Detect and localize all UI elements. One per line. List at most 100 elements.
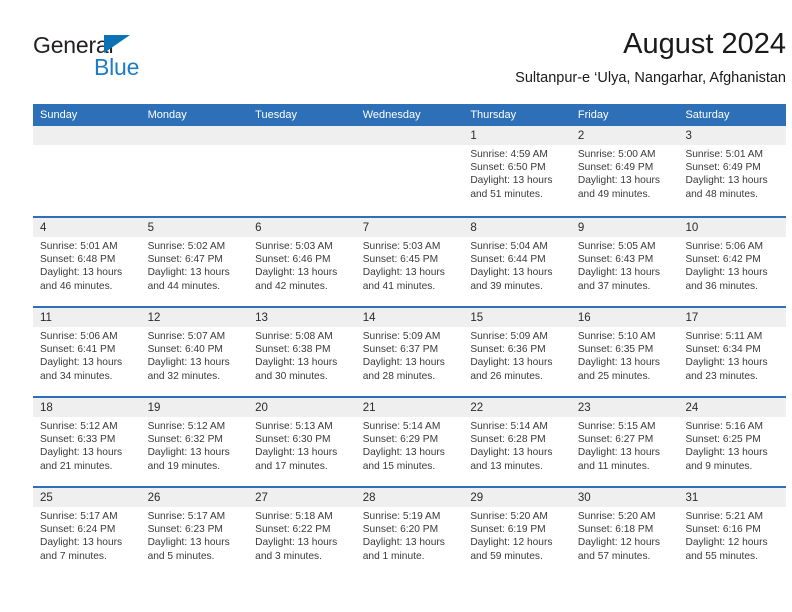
calendar-day-cell[interactable]: 2 Sunrise: 5:00 AM Sunset: 6:49 PM Daylight… [570,126,679,216]
calendar-day-cell[interactable]: 11 Sunrise: 5:06 AM Sunset: 6:41 PM Dayligh… [33,308,141,396]
daylight-text-line2: and 41 minutes. [362,280,436,292]
calendar-day-empty [355,126,464,216]
day-details: Sunrise: 5:16 AM Sunset: 6:25 PM Daylight:… [678,417,786,473]
day-number: 23 [577,402,591,414]
title-block: August 2024 Sultanpur-e ‘Ulya, Nangarhar… [515,26,786,88]
day-details: Sunrise: 5:20 AM Sunset: 6:18 PM Daylight:… [571,507,679,563]
calendar-day-cell[interactable]: 12 Sunrise: 5:07 AM Sunset: 6:40 PM Dayligh… [140,308,249,396]
calendar-day-cell[interactable]: 8 Sunrise: 5:04 AM Sunset: 6:44 PM Daylight… [463,218,571,306]
day-number-band: 6 [248,218,356,237]
daylight-text-line2: and 44 minutes. [147,280,221,292]
sunrise-text: Sunrise: 5:01 AM [685,149,764,160]
calendar-day-cell[interactable]: 15 Sunrise: 5:09 AM Sunset: 6:36 PM Dayligh… [463,308,571,396]
daylight-text-line1: Daylight: 13 hours [685,357,768,369]
daylight-text-line1: Daylight: 13 hours [577,175,661,187]
sunrise-text: Sunrise: 5:20 AM [577,511,656,522]
daylight-text-line2: and 55 minutes. [685,550,758,562]
day-number-band: 16 [570,308,679,327]
sunset-text: Sunset: 6:18 PM [577,524,654,536]
calendar-day-cell[interactable]: 18 Sunrise: 5:12 AM Sunset: 6:33 PM Dayligh… [33,398,141,486]
calendar-day-cell[interactable]: 20 Sunrise: 5:13 AM Sunset: 6:30 PM Dayligh… [248,398,356,486]
weekday-header-row: Sunday Monday Tuesday Wednesday Thursday Frid… [33,104,786,126]
general-blue-logo[interactable]: General Blue [33,32,213,88]
calendar-day-cell[interactable]: 31 Sunrise: 5:21 AM Sunset: 6:16 PM Dayligh… [678,488,787,576]
calendar-day-cell[interactable]: 19 Sunrise: 5:12 AM Sunset: 6:32 PM Dayligh… [140,398,249,486]
sunrise-text: Sunrise: 5:16 AM [685,421,764,432]
calendar-day-cell[interactable]: 22 Sunrise: 5:14 AM Sunset: 6:28 PM Dayligh… [463,398,571,486]
calendar-day-cell[interactable]: 27 Sunrise: 5:18 AM Sunset: 6:22 PM Dayligh… [248,488,356,576]
calendar-day-cell[interactable]: 1 Sunrise: 4:59 AM Sunset: 6:50 PM Daylight… [463,126,571,216]
day-details: Sunrise: 5:09 AM Sunset: 6:36 PM Daylight:… [463,327,571,383]
calendar-day-cell[interactable]: 13 Sunrise: 5:08 AM Sunset: 6:38 PM Dayligh… [248,308,356,396]
calendar-day-cell[interactable]: 14 Sunrise: 5:09 AM Sunset: 6:37 PM Dayligh… [355,308,464,396]
daylight-text-line2: and 11 minutes. [577,460,650,472]
sunset-text: Sunset: 6:19 PM [470,524,546,536]
day-number: 16 [577,312,591,324]
calendar-day-empty [140,126,249,216]
day-details: Sunrise: 5:03 AM Sunset: 6:46 PM Daylight:… [248,237,356,293]
calendar-day-cell[interactable]: 10 Sunrise: 5:06 AM Sunset: 6:42 PM Dayligh… [678,218,787,306]
calendar-day-cell[interactable]: 28 Sunrise: 5:19 AM Sunset: 6:20 PM Dayligh… [355,488,464,576]
day-number-band: 24 [678,398,787,417]
calendar-day-cell[interactable]: 16 Sunrise: 5:10 AM Sunset: 6:35 PM Dayligh… [570,308,679,396]
day-number: 10 [685,222,699,234]
daylight-text-line1: Daylight: 13 hours [362,357,445,369]
sunset-text: Sunset: 6:38 PM [255,344,331,356]
day-details: Sunrise: 5:08 AM Sunset: 6:38 PM Daylight:… [248,327,356,383]
day-number-band: 8 [463,218,571,237]
day-details: Sunrise: 5:05 AM Sunset: 6:43 PM Daylight:… [571,237,679,293]
day-number-band: 9 [570,218,679,237]
sunset-text: Sunset: 6:43 PM [577,254,654,266]
calendar-day-cell[interactable]: 25 Sunrise: 5:17 AM Sunset: 6:24 PM Dayligh… [33,488,141,576]
calendar-day-cell[interactable]: 7 Sunrise: 5:03 AM Sunset: 6:45 PM Daylight… [355,218,464,306]
day-details: Sunrise: 5:18 AM Sunset: 6:22 PM Daylight:… [248,507,356,563]
daylight-text-line1: Daylight: 13 hours [40,537,123,549]
day-details: Sunrise: 5:03 AM Sunset: 6:45 PM Daylight:… [356,237,464,293]
sunset-text: Sunset: 6:33 PM [40,434,116,446]
day-number: 5 [147,222,154,234]
daylight-text-line1: Daylight: 13 hours [255,447,338,459]
day-number: 13 [255,312,268,324]
sunrise-text: Sunrise: 5:17 AM [40,511,118,522]
day-details: Sunrise: 5:06 AM Sunset: 6:41 PM Daylight:… [33,327,141,383]
calendar-day-cell[interactable]: 24 Sunrise: 5:16 AM Sunset: 6:25 PM Dayligh… [678,398,787,486]
weekday-header-tuesday: Tuesday [255,109,297,121]
sunrise-text: Sunrise: 5:04 AM [470,241,548,252]
sunset-text: Sunset: 6:37 PM [362,344,439,356]
calendar-day-cell[interactable]: 30 Sunrise: 5:20 AM Sunset: 6:18 PM Dayligh… [570,488,679,576]
calendar-grid: Sunday Monday Tuesday Wednesday Thursday Frid… [33,104,787,576]
day-number-band: 13 [248,308,356,327]
day-number-band [355,126,464,145]
daylight-text-line1: Daylight: 12 hours [470,537,553,549]
sunset-text: Sunset: 6:45 PM [362,254,439,266]
calendar-day-cell[interactable]: 4 Sunrise: 5:01 AM Sunset: 6:48 PM Daylight… [33,218,141,306]
calendar-day-cell[interactable]: 29 Sunrise: 5:20 AM Sunset: 6:19 PM Dayligh… [463,488,571,576]
daylight-text-line2: and 1 minute. [362,550,425,562]
day-details: Sunrise: 5:12 AM Sunset: 6:32 PM Daylight:… [141,417,249,473]
calendar-day-cell[interactable]: 21 Sunrise: 5:14 AM Sunset: 6:29 PM Dayligh… [355,398,464,486]
daylight-text-line2: and 13 minutes. [470,460,543,472]
daylight-text-line2: and 51 minutes. [470,188,543,200]
calendar-day-cell[interactable]: 3 Sunrise: 5:01 AM Sunset: 6:49 PM Daylight… [678,126,787,216]
daylight-text-line1: Daylight: 13 hours [255,357,338,369]
calendar-day-cell[interactable]: 23 Sunrise: 5:15 AM Sunset: 6:27 PM Dayligh… [570,398,679,486]
sunrise-text: Sunrise: 5:09 AM [470,331,548,342]
daylight-text-line2: and 37 minutes. [577,280,651,292]
day-number: 4 [40,222,47,234]
day-details: Sunrise: 5:13 AM Sunset: 6:30 PM Daylight:… [248,417,356,473]
daylight-text-line1: Daylight: 13 hours [40,447,123,459]
calendar-page: General Blue August 2024 Sultanpur-e ‘Ul… [0,0,792,612]
calendar-day-cell[interactable]: 26 Sunrise: 5:17 AM Sunset: 6:23 PM Dayligh… [140,488,249,576]
sunset-text: Sunset: 6:34 PM [685,344,761,356]
calendar-day-cell[interactable]: 9 Sunrise: 5:05 AM Sunset: 6:43 PM Daylight… [570,218,679,306]
day-number: 9 [577,222,585,234]
calendar-day-cell[interactable]: 6 Sunrise: 5:03 AM Sunset: 6:46 PM Daylight… [248,218,356,306]
calendar-day-cell[interactable]: 5 Sunrise: 5:02 AM Sunset: 6:47 PM Daylight… [140,218,249,306]
day-number: 14 [362,312,376,324]
calendar-day-cell[interactable]: 17 Sunrise: 5:11 AM Sunset: 6:34 PM Dayligh… [678,308,787,396]
daylight-text-line1: Daylight: 13 hours [255,267,338,279]
sunset-text: Sunset: 6:32 PM [147,434,223,446]
day-number-band: 11 [33,308,141,327]
sunset-text: Sunset: 6:47 PM [147,254,223,266]
page-header: General Blue August 2024 Sultanpur-e ‘Ul… [33,26,786,98]
